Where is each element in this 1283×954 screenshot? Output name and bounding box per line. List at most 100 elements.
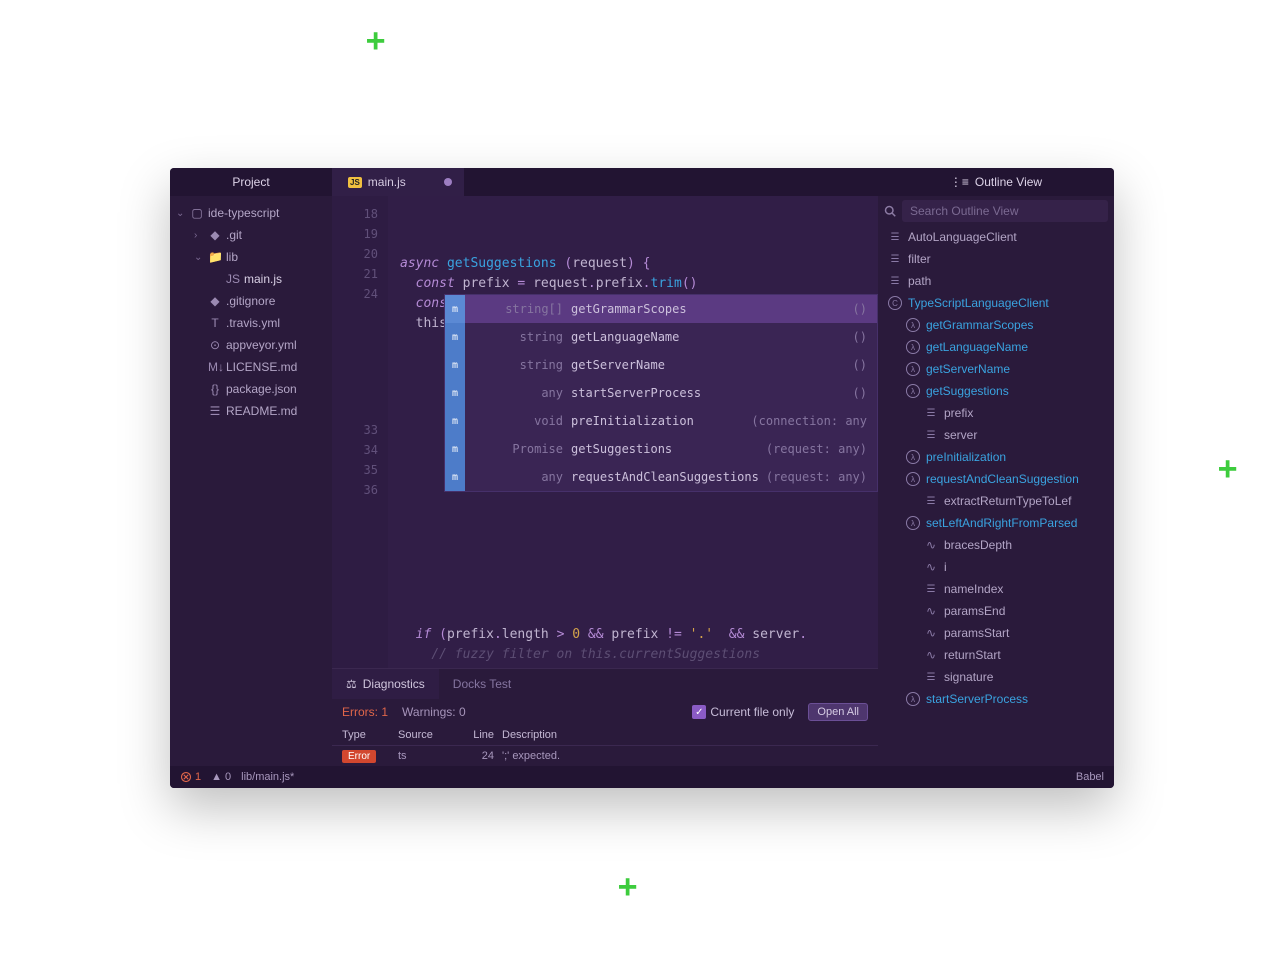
method-icon: λ [906,362,920,376]
outline-label: getGrammarScopes [926,318,1033,332]
tree-label: .git [226,228,242,242]
code-line[interactable]: if (prefix.length > 0 && prefix != '.' &… [400,625,878,645]
autocomplete-item[interactable]: m any startServerProcess () [445,379,877,407]
method-icon: λ [906,340,920,354]
outline-item[interactable]: ☰ signature [878,666,1114,688]
file-icon: M↓ [208,360,222,374]
file-tree[interactable]: ⌄ ▢ ide-typescript › ◆ .git⌄ 📁 lib JS ma… [170,196,332,766]
const-icon: ☰ [888,230,902,244]
outline-item[interactable]: λgetServerName [878,358,1114,380]
autocomplete-popup[interactable]: m string[] getGrammarScopes ()m string g… [444,294,878,492]
code-line[interactable]: const prefix = request.prefix.trim() [400,274,878,294]
tab-main-js[interactable]: JS main.js [332,168,464,196]
outline-item[interactable]: CTypeScriptLanguageClient [878,292,1114,314]
outline-item[interactable]: ☰server [878,424,1114,446]
tree-item[interactable]: ☰ README.md [170,400,332,422]
decoration-plus-icon: + [1218,452,1237,484]
tree-item[interactable]: ⌄ 📁 lib [170,246,332,268]
code-line[interactable]: async getSuggestions (request) { [400,254,878,274]
outline-item[interactable]: λpreInitialization [878,446,1114,468]
kind-method-icon: m [445,463,465,491]
ac-name: getGrammarScopes [571,302,853,316]
outline-item[interactable]: ∿paramsEnd [878,600,1114,622]
method-icon: λ [906,318,920,332]
kind-method-icon: m [445,379,465,407]
outline-search-input[interactable] [902,200,1108,222]
code-editor[interactable]: 1819202124 33343536 async getSuggestions… [332,196,878,668]
ac-signature: (request: any) [766,470,867,484]
const-icon: ☰ [924,582,938,596]
ac-return-type: void [465,414,571,428]
outline-item[interactable]: λ getGrammarScopes [878,314,1114,336]
status-warnings[interactable]: ▲ 0 [211,771,231,783]
outline-label: path [908,274,931,288]
outline-item[interactable]: ∿returnStart [878,644,1114,666]
code-line[interactable]: // fuzzy filter on this.currentSuggestio… [400,645,878,665]
outline-item[interactable]: ∿paramsStart [878,622,1114,644]
outline-item[interactable]: ☰filter [878,248,1114,270]
ac-name: getLanguageName [571,330,853,344]
status-file[interactable]: lib/main.js* [241,771,294,783]
tree-item[interactable]: ◆ .gitignore [170,290,332,312]
outline-label: signature [944,670,993,684]
diagnostic-row[interactable]: Error ts 24 ';' expected. [332,746,878,766]
tree-item[interactable]: ⊙ appveyor.yml [170,334,332,356]
diagnostics-panel: ⚖ Diagnostics Docks Test Errors: 1 Warni… [332,668,878,766]
autocomplete-item[interactable]: m Promise getSuggestions (request: any) [445,435,877,463]
autocomplete-item[interactable]: m string[] getGrammarScopes () [445,295,877,323]
diag-tab-bar: ⚖ Diagnostics Docks Test [332,669,878,699]
autocomplete-item[interactable]: m any requestAndCleanSuggestions (reques… [445,463,877,491]
code-line[interactable] [400,234,878,254]
autocomplete-item[interactable]: m string getLanguageName () [445,323,877,351]
outline-label: i [944,560,947,574]
tab-docks-test[interactable]: Docks Test [439,669,525,699]
ide-window: Project JS main.js ⋮≡ Outline View ⌄ ▢ i… [170,168,1114,788]
tree-item[interactable]: {} package.json [170,378,332,400]
ac-name: requestAndCleanSuggestions [571,470,766,484]
variable-icon: ∿ [924,604,938,618]
tree-item[interactable]: T .travis.yml [170,312,332,334]
ac-return-type: any [465,470,571,484]
outline-item[interactable]: λstartServerProcess [878,688,1114,710]
kind-method-icon: m [445,323,465,351]
tree-root[interactable]: ⌄ ▢ ide-typescript [170,202,332,224]
tree-item[interactable]: › ◆ .git [170,224,332,246]
open-all-button[interactable]: Open All [808,703,868,721]
file-icon: JS [226,272,240,286]
ac-signature: () [853,302,867,316]
outline-item[interactable]: ☰AutoLanguageClient [878,226,1114,248]
outline-item[interactable]: λgetLanguageName [878,336,1114,358]
tab-bar: JS main.js [332,168,878,196]
method-icon: λ [906,384,920,398]
file-icon: ◆ [208,294,222,308]
outline-item[interactable]: ☰extractReturnTypeToLef [878,490,1114,512]
editor-column: 1819202124 33343536 async getSuggestions… [332,196,878,766]
outline-item[interactable]: ∿ bracesDepth [878,534,1114,556]
code-area[interactable]: async getSuggestions (request) { const p… [388,196,878,668]
tree-item[interactable]: JS main.js [170,268,332,290]
outline-item[interactable]: λgetSuggestions [878,380,1114,402]
outline-list[interactable]: ☰AutoLanguageClient☰filter☰pathCTypeScri… [878,226,1114,766]
const-icon: ☰ [924,670,938,684]
tree-label: .gitignore [226,294,275,308]
outline-item[interactable]: ∿i [878,556,1114,578]
autocomplete-item[interactable]: m void preInitialization (connection: an… [445,407,877,435]
current-file-only-toggle[interactable]: ✓ Current file only [692,705,794,719]
ac-return-type: Promise [465,442,571,456]
outline-item[interactable]: λrequestAndCleanSuggestion [878,468,1114,490]
code-line[interactable]: return new Promise((resolve) => { [400,665,878,668]
line-number: 18 [332,204,378,224]
tab-diagnostics[interactable]: ⚖ Diagnostics [332,669,439,699]
status-errors[interactable]: 1 [180,771,201,783]
autocomplete-item[interactable]: m string getServerName () [445,351,877,379]
status-language[interactable]: Babel [1076,771,1104,783]
variable-icon: ∿ [924,538,938,552]
outline-item[interactable]: ☰prefix [878,402,1114,424]
outline-label: bracesDepth [944,538,1012,552]
tree-item[interactable]: M↓ LICENSE.md [170,356,332,378]
error-badge: Error [342,750,376,763]
outline-item[interactable]: ☰path [878,270,1114,292]
outline-item[interactable]: λsetLeftAndRightFromParsed [878,512,1114,534]
file-icon: {} [208,382,222,396]
outline-item[interactable]: ☰nameIndex [878,578,1114,600]
